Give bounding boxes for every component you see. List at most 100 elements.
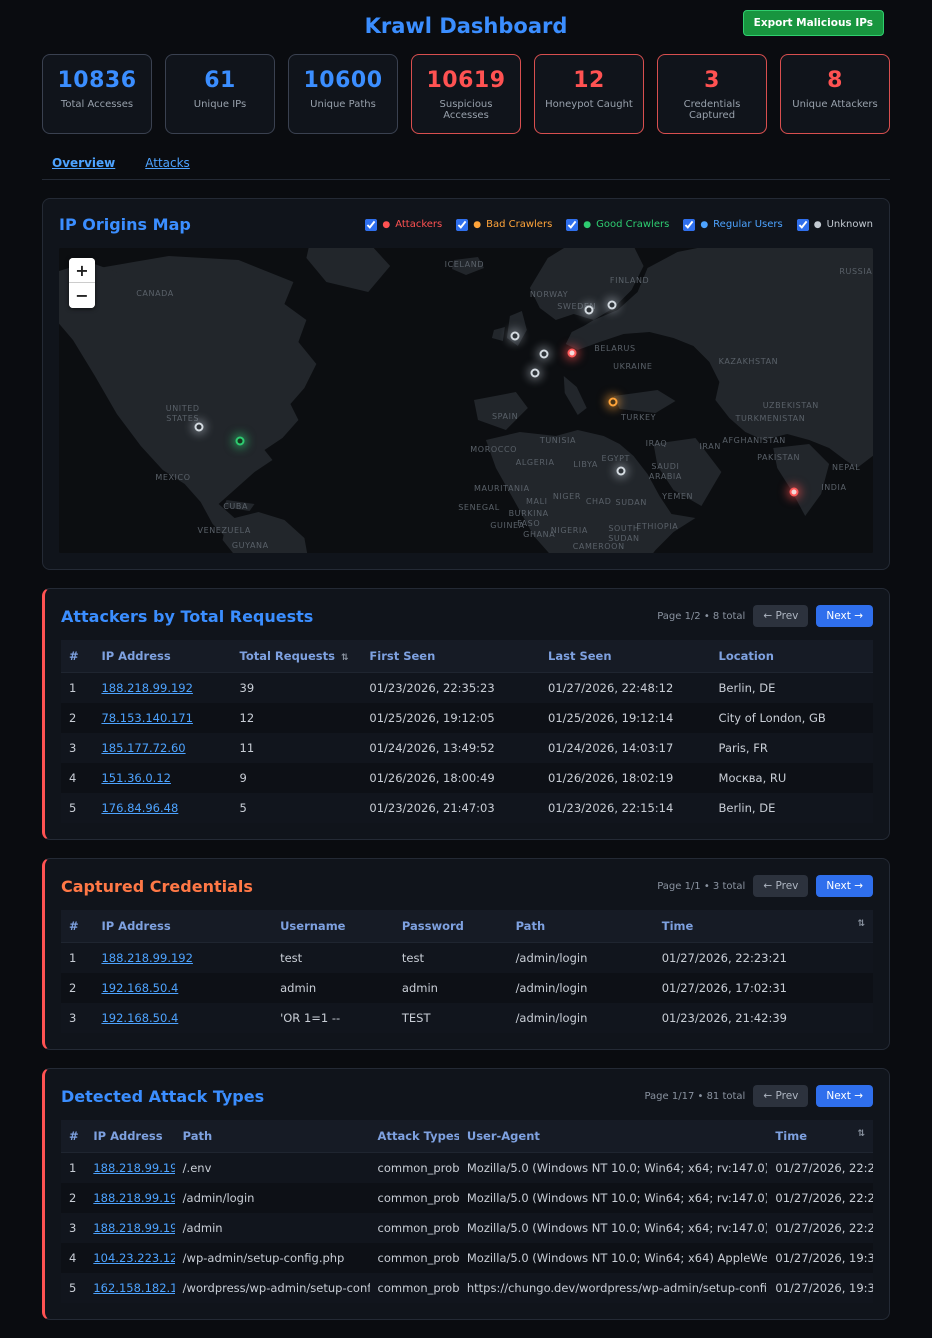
stat-card-suspicious-accesses: 10619 Suspicious Accesses [411, 54, 521, 134]
cell: 01/23/2026, 22:35:23 [361, 673, 540, 704]
cell: 4 [61, 763, 93, 793]
table-row: 4104.23.223.128/wp-admin/setup-config.ph… [61, 1243, 873, 1273]
legend-label: Good Crawlers [596, 219, 669, 230]
ip-address-link[interactable]: 151.36.0.12 [101, 771, 171, 785]
ip-address-link[interactable]: 176.84.96.48 [101, 801, 178, 815]
cell: 188.218.99.192 [85, 1153, 174, 1184]
prev-page-button[interactable]: ← Prev [753, 1085, 808, 1107]
ip-address-link[interactable]: 188.218.99.192 [93, 1191, 174, 1205]
column-header-username[interactable]: Username [272, 910, 394, 943]
legend-label: Regular Users [713, 219, 783, 230]
column-header-attack-types[interactable]: Attack Types [370, 1120, 459, 1153]
next-page-button[interactable]: Next → [816, 875, 873, 897]
table-header-row: #IP AddressTotal Requests⇅First SeenLast… [61, 640, 873, 673]
credentials-card: Captured Credentials Page 1/1 • 3 total … [42, 858, 890, 1050]
legend-item-bad-crawlers: ● Bad Crawlers [456, 219, 552, 231]
legend-checkbox-bad-crawlers[interactable] [456, 219, 468, 231]
cell: 2 [61, 973, 93, 1003]
legend-checkbox-regular-users[interactable] [683, 219, 695, 231]
map-marker-unknown[interactable] [531, 369, 540, 378]
table-header-row: #IP AddressPathAttack TypesUser-AgentTim… [61, 1120, 873, 1153]
map-marker-unknown[interactable] [510, 332, 519, 341]
next-page-button[interactable]: Next → [816, 1085, 873, 1107]
sort-icon[interactable]: ⇅ [857, 1129, 865, 1139]
column-header-path[interactable]: Path [175, 1120, 370, 1153]
map-canvas[interactable]: + − CANADAICELANDNORWAYSWEDENFINLANDRUSS… [59, 248, 873, 553]
table-row: 1188.218.99.192testtest/admin/login01/27… [61, 943, 873, 974]
tab-overview[interactable]: Overview [52, 156, 115, 170]
cell: common_probes [370, 1243, 459, 1273]
map-marker-attacker[interactable] [567, 348, 576, 357]
column-header--[interactable]: # [61, 640, 93, 673]
ip-address-link[interactable]: 188.218.99.192 [93, 1221, 174, 1235]
cell: 01/26/2026, 18:02:19 [540, 763, 711, 793]
sort-icon[interactable]: ⇅ [341, 653, 349, 663]
column-header--[interactable]: # [61, 910, 93, 943]
table-row: 2192.168.50.4adminadmin/admin/login01/27… [61, 973, 873, 1003]
map-marker-unknown[interactable] [195, 423, 204, 432]
export-malicious-ips-button[interactable]: Export Malicious IPs [743, 10, 884, 36]
column-header-user-agent[interactable]: User-Agent [459, 1120, 768, 1153]
column-header-ip-address[interactable]: IP Address [93, 640, 231, 673]
column-header-password[interactable]: Password [394, 910, 508, 943]
stat-label: Total Accesses [47, 99, 147, 110]
cell: /wordpress/wp-admin/setup-config.php [175, 1273, 370, 1303]
cell: 01/27/2026, 17:02:31 [654, 973, 873, 1003]
column-header-time[interactable]: Time⇅ [654, 910, 873, 943]
ip-address-link[interactable]: 185.177.72.60 [101, 741, 185, 755]
map-marker-attacker[interactable] [790, 488, 799, 497]
map-zoom-control: + − [69, 258, 95, 308]
cell: 185.177.72.60 [93, 733, 231, 763]
map-marker-unknown[interactable] [584, 305, 593, 314]
ip-address-link[interactable]: 162.158.182.104 [93, 1281, 174, 1295]
cell: /.env [175, 1153, 370, 1184]
cell: common_probes [370, 1153, 459, 1184]
table-row: 5162.158.182.104/wordpress/wp-admin/setu… [61, 1273, 873, 1303]
prev-page-button[interactable]: ← Prev [753, 875, 808, 897]
legend-item-attackers: ● Attackers [365, 219, 442, 231]
ip-address-link[interactable]: 78.153.140.171 [101, 711, 192, 725]
legend-checkbox-good-crawlers[interactable] [566, 219, 578, 231]
column-header-first-seen[interactable]: First Seen [361, 640, 540, 673]
table-row: 3188.218.99.192/admincommon_probesMozill… [61, 1213, 873, 1243]
column-header-time[interactable]: Time⇅ [767, 1120, 873, 1153]
cell: 192.168.50.4 [93, 973, 272, 1003]
zoom-out-button[interactable]: − [69, 283, 95, 308]
sort-icon[interactable]: ⇅ [857, 919, 865, 929]
map-marker-unknown[interactable] [617, 466, 626, 475]
column-header-ip-address[interactable]: IP Address [93, 910, 272, 943]
legend-checkbox-attackers[interactable] [365, 219, 377, 231]
column-header--[interactable]: # [61, 1120, 85, 1153]
map-marker-unknown[interactable] [607, 301, 616, 310]
ip-address-link[interactable]: 104.23.223.128 [93, 1251, 174, 1265]
table-row: 1188.218.99.1923901/23/2026, 22:35:2301/… [61, 673, 873, 704]
stat-label: Unique IPs [170, 99, 270, 110]
map-marker-bad-crawler[interactable] [609, 398, 618, 407]
map-marker-unknown[interactable] [540, 350, 549, 359]
prev-page-button[interactable]: ← Prev [753, 605, 808, 627]
ip-address-link[interactable]: 188.218.99.192 [93, 1161, 174, 1175]
column-header-last-seen[interactable]: Last Seen [540, 640, 711, 673]
legend-label: Bad Crawlers [486, 219, 552, 230]
cell: 192.168.50.4 [93, 1003, 272, 1033]
bad-crawlers-dot-icon: ● [473, 220, 481, 230]
tab-attacks[interactable]: Attacks [145, 156, 190, 170]
ip-address-link[interactable]: 188.218.99.192 [101, 951, 192, 965]
legend-checkbox-unknown[interactable] [797, 219, 809, 231]
cell: City of London, GB [711, 703, 873, 733]
ip-address-link[interactable]: 192.168.50.4 [101, 1011, 178, 1025]
column-header-path[interactable]: Path [508, 910, 654, 943]
cell: Mozilla/5.0 (Windows NT 10.0; Win64; x64… [459, 1213, 768, 1243]
column-header-ip-address[interactable]: IP Address [85, 1120, 174, 1153]
attackers-dot-icon: ● [382, 220, 390, 230]
zoom-in-button[interactable]: + [69, 258, 95, 283]
next-page-button[interactable]: Next → [816, 605, 873, 627]
column-header-location[interactable]: Location [711, 640, 873, 673]
ip-address-link[interactable]: 188.218.99.192 [101, 681, 192, 695]
cell: 01/27/2026, 19:35:33 [767, 1273, 873, 1303]
stat-value: 12 [539, 68, 639, 93]
ip-address-link[interactable]: 192.168.50.4 [101, 981, 178, 995]
page-info: Page 1/1 • 3 total [657, 881, 745, 892]
map-marker-good-crawler[interactable] [235, 437, 244, 446]
column-header-total-requests[interactable]: Total Requests⇅ [232, 640, 362, 673]
